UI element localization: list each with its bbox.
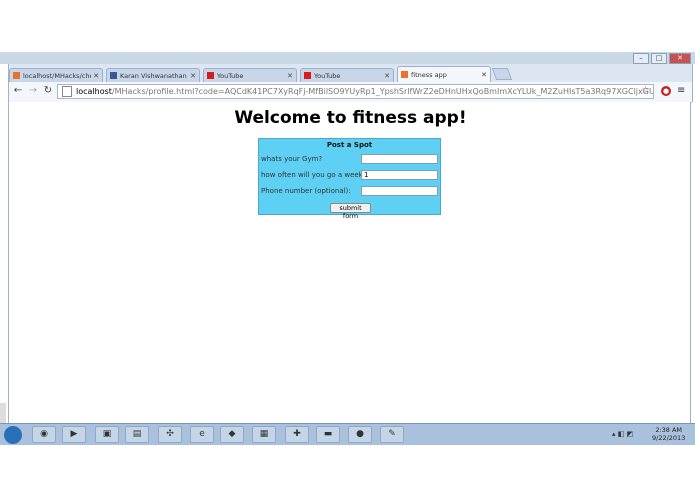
terminal-icon[interactable]: ▬	[316, 426, 340, 443]
tab-facebook[interactable]: Karan Vishwanathan ✕	[106, 68, 200, 82]
clock-date: 9/22/2013	[652, 434, 686, 442]
tab-title: Karan Vishwanathan	[120, 71, 187, 80]
maximize-button[interactable]: □	[651, 53, 667, 64]
clock-time: 2:38 AM	[655, 426, 683, 434]
app-icon[interactable]: ▣	[95, 426, 119, 443]
close-tab-icon[interactable]: ✕	[190, 72, 196, 80]
close-tab-icon[interactable]: ✕	[384, 72, 390, 80]
tab-youtube-2[interactable]: YouTube ✕	[300, 68, 394, 82]
address-bar[interactable]: localhost/MHacks/profile.html?code=AQCdK…	[57, 84, 654, 99]
youtube-icon	[207, 72, 214, 79]
clock[interactable]: 2:38 AM 9/22/2013	[652, 426, 685, 442]
bookmark-star-icon[interactable]: ☆	[641, 85, 650, 96]
gym-input[interactable]	[361, 154, 438, 164]
url-host: localhost	[76, 87, 112, 96]
editor-icon[interactable]: ▦	[252, 426, 276, 443]
tab-title: YouTube	[314, 71, 341, 80]
page-content: Welcome to fitness app! Post a Spot what…	[8, 102, 691, 423]
tab-checkin[interactable]: localhost/MHacks/checkin ✕	[9, 68, 103, 82]
window-edge	[0, 403, 6, 423]
new-tab-button[interactable]	[491, 68, 513, 80]
taskbar: ◉ ▶ ▣ ▤ ✣ e ◆ ▦ ✚ ▬ ● ✎ ▴ ◧ ◩ 2:38 AM 9/…	[0, 423, 695, 445]
page-icon	[62, 86, 72, 97]
tab-title: fitness app	[411, 70, 447, 79]
close-tab-icon[interactable]: ✕	[481, 71, 487, 79]
back-arrow-icon[interactable]: ←	[12, 85, 24, 96]
post-spot-form: Post a Spot whats your Gym? how often wi…	[258, 138, 441, 220]
tab-title: localhost/MHacks/checkin	[23, 71, 91, 80]
frequency-input[interactable]	[361, 170, 438, 180]
favicon-icon	[401, 71, 408, 78]
paint-icon[interactable]: ✎	[380, 426, 404, 443]
network-icon[interactable]: ✣	[158, 426, 182, 443]
frequency-label: how often will you go a week?	[261, 171, 367, 179]
tab-fitness-app[interactable]: fitness app ✕	[397, 66, 491, 82]
form-title: Post a Spot	[326, 141, 373, 149]
tab-title: YouTube	[217, 71, 244, 80]
system-tray-icons[interactable]: ▴ ◧ ◩	[612, 430, 633, 438]
close-window-button[interactable]: ✕	[669, 53, 691, 64]
browser-chrome: localhost/MHacks/checkin ✕ Karan Vishwan…	[8, 64, 693, 103]
file-explorer-icon[interactable]: ▤	[125, 426, 149, 443]
tab-strip: localhost/MHacks/checkin ✕ Karan Vishwan…	[9, 66, 513, 82]
favicon-icon	[13, 72, 20, 79]
page-title: Welcome to fitness app!	[234, 108, 467, 128]
gym-label: whats your Gym?	[261, 155, 323, 163]
phone-label: Phone number (optional):	[261, 187, 351, 195]
youtube-icon	[304, 72, 311, 79]
close-tab-icon[interactable]: ✕	[287, 72, 293, 80]
menu-icon[interactable]: ≡	[677, 85, 685, 96]
extension-icon[interactable]: ●	[661, 86, 671, 96]
phone-input[interactable]	[361, 186, 438, 196]
chrome-icon[interactable]: ◉	[32, 426, 56, 443]
windows-start-icon[interactable]	[4, 426, 22, 444]
tab-youtube-1[interactable]: YouTube ✕	[203, 68, 297, 82]
window-controls: – □ ✕	[633, 53, 691, 64]
sqm-icon[interactable]: ●	[348, 426, 372, 443]
forward-arrow-icon[interactable]: →	[27, 85, 39, 96]
toolbar: ← → ↻ localhost/MHacks/profile.html?code…	[9, 82, 692, 103]
window-frame	[0, 52, 695, 64]
close-tab-icon[interactable]: ✕	[93, 72, 99, 80]
url-path: /MHacks/profile.html?code=AQCdK41PC7XyRq…	[111, 87, 654, 96]
submit-form-button[interactable]: submit form	[330, 203, 371, 220]
media-player-icon[interactable]: ▶	[62, 426, 86, 443]
minimize-button[interactable]: –	[633, 53, 649, 64]
folder-icon[interactable]: ◆	[220, 426, 244, 443]
facebook-icon	[110, 72, 117, 79]
reload-icon[interactable]: ↻	[42, 85, 54, 96]
internet-explorer-icon[interactable]: e	[190, 426, 214, 443]
puzzle-icon[interactable]: ✚	[285, 426, 309, 443]
